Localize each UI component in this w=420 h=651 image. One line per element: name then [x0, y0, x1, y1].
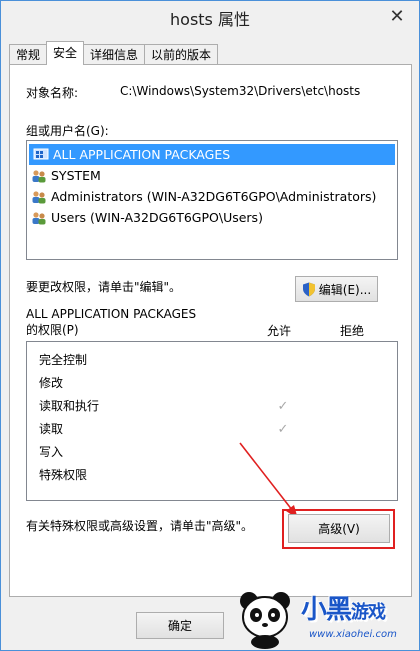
tab-previous-versions[interactable]: 以前的版本	[144, 44, 219, 65]
table-row: 读取和执行 ✓	[27, 395, 397, 418]
list-item[interactable]: Users (WIN-A32DG6T6GPO\Users)	[27, 207, 397, 228]
users-icon	[31, 211, 47, 225]
table-row: 特殊权限	[27, 464, 397, 487]
permission-name: 完全控制	[39, 353, 88, 367]
column-allow: 允许	[267, 324, 292, 338]
table-row: 修改	[27, 372, 397, 395]
permission-name: 读取	[39, 422, 64, 436]
tab-general[interactable]: 常规	[9, 44, 48, 65]
table-row: 完全控制	[27, 349, 397, 372]
permission-name: 读取和执行	[39, 399, 100, 413]
group-user-list[interactable]: ALL APPLICATION PACKAGES SYSTEM Administ…	[26, 140, 398, 260]
column-deny: 拒绝	[340, 324, 365, 338]
object-name-value: C:\Windows\System32\Drivers\etc\hosts	[120, 84, 361, 98]
title-bar: hosts 属性 ✕	[1, 1, 419, 34]
users-icon	[31, 169, 47, 183]
group-list-label: 组或用户名(G):	[26, 124, 109, 138]
properties-window: hosts 属性 ✕ 常规 安全 详细信息 以前的版本 对象名称: C:\Win…	[0, 0, 420, 651]
permission-name: 特殊权限	[39, 468, 88, 482]
ok-button[interactable]: 确定	[136, 612, 224, 639]
table-row: 读取 ✓	[27, 418, 397, 441]
watermark-logo: 小黑游戏 www.xiaohei.com	[229, 581, 419, 651]
close-icon[interactable]: ✕	[387, 7, 407, 27]
shield-icon	[302, 282, 316, 297]
watermark-url: www.xiaohei.com	[309, 629, 397, 640]
tab-strip: 常规 安全 详细信息 以前的版本	[9, 41, 219, 65]
list-item-label: Administrators (WIN-A32DG6T6GPO\Administ…	[51, 189, 377, 204]
permissions-title: ALL APPLICATION PACKAGES 的权限(P)	[26, 306, 196, 338]
users-icon	[31, 190, 47, 204]
edit-button-label: 编辑(E)...	[318, 282, 372, 297]
watermark-brand: 小黑游戏	[301, 589, 386, 626]
table-row: 写入	[27, 441, 397, 464]
tab-security[interactable]: 安全	[46, 41, 85, 65]
security-panel: 对象名称: C:\Windows\System32\Drivers\etc\ho…	[9, 64, 412, 597]
advanced-hint: 有关特殊权限或高级设置，请单击"高级"。	[26, 519, 254, 533]
permissions-title-line1: ALL APPLICATION PACKAGES	[26, 307, 197, 321]
app-packages-icon	[33, 148, 49, 162]
permissions-title-line2: 的权限(P)	[26, 323, 79, 337]
window-title: hosts 属性	[170, 9, 250, 29]
object-name-label: 对象名称:	[26, 86, 79, 100]
list-item[interactable]: Administrators (WIN-A32DG6T6GPO\Administ…	[27, 186, 397, 207]
allow-check-icon: ✓	[277, 399, 289, 414]
tab-details[interactable]: 详细信息	[83, 44, 146, 65]
panda-logo-icon	[240, 592, 290, 649]
list-item[interactable]: SYSTEM	[27, 165, 397, 186]
permission-name: 修改	[39, 376, 64, 390]
watermark-brand-big: 小黑	[301, 595, 352, 625]
permission-name: 写入	[39, 445, 64, 459]
list-item-label: ALL APPLICATION PACKAGES	[53, 147, 231, 162]
edit-button[interactable]: 编辑(E)...	[295, 276, 378, 302]
advanced-button[interactable]: 高级(V)	[288, 514, 390, 543]
edit-hint: 要更改权限，请单击"编辑"。	[26, 280, 182, 294]
watermark-brand-small: 游戏	[351, 602, 386, 623]
list-item[interactable]: ALL APPLICATION PACKAGES	[29, 144, 395, 165]
permissions-table: 完全控制 修改 读取和执行 ✓ 读取 ✓ 写入 特殊权限	[26, 341, 398, 501]
list-item-label: SYSTEM	[51, 168, 101, 183]
list-item-label: Users (WIN-A32DG6T6GPO\Users)	[51, 210, 263, 225]
